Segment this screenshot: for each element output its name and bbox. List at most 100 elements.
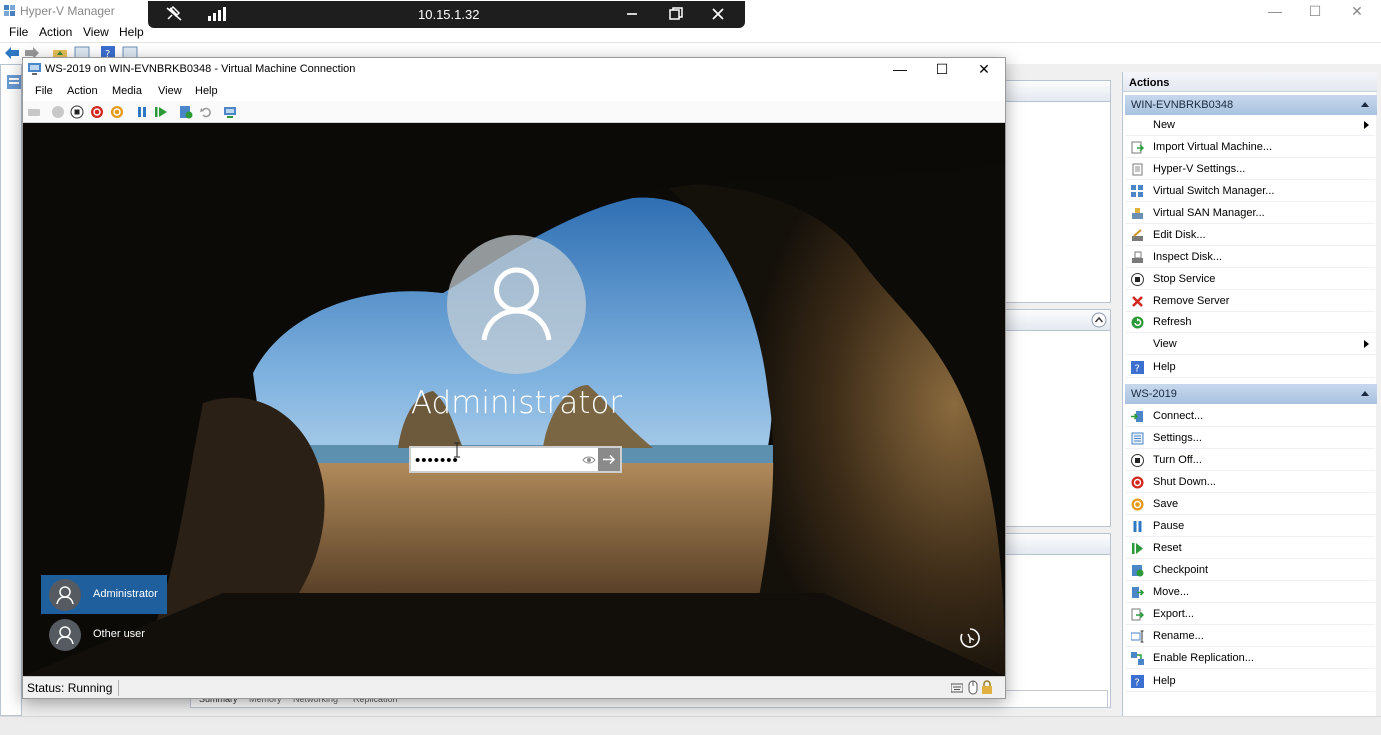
move-icon bbox=[1132, 587, 1144, 598]
shut-down-icon[interactable] bbox=[90, 105, 104, 119]
text-cursor-icon bbox=[454, 442, 460, 458]
actions-section-server[interactable]: WIN-EVNBRKB0348 bbox=[1125, 95, 1377, 115]
san-storage-icon bbox=[1132, 208, 1143, 219]
action-inspect-disk[interactable]: Inspect Disk... bbox=[1125, 248, 1375, 268]
help-icon: ? bbox=[1131, 675, 1144, 688]
action-export[interactable]: Export... bbox=[1125, 605, 1375, 625]
close-icon[interactable] bbox=[708, 5, 728, 23]
action-virtual-switch-manager-label: Virtual Switch Manager... bbox=[1153, 185, 1275, 197]
minimize-icon[interactable] bbox=[622, 5, 642, 23]
user-silhouette-icon bbox=[56, 626, 74, 645]
ease-of-access-icon[interactable] bbox=[958, 626, 982, 650]
action-settings[interactable]: Settings... bbox=[1125, 429, 1375, 449]
action-rename[interactable]: Rename... bbox=[1125, 627, 1375, 647]
action-save[interactable]: Save bbox=[1125, 495, 1375, 515]
hyperv-menu-action[interactable]: Action bbox=[39, 25, 72, 39]
user-tile-avatar bbox=[49, 579, 81, 611]
action-hyperv-settings[interactable]: Hyper-V Settings... bbox=[1125, 160, 1375, 180]
action-import-vm[interactable]: Import Virtual Machine... bbox=[1125, 138, 1375, 158]
revert-icon[interactable] bbox=[199, 105, 213, 119]
user-tile-other-user[interactable]: Other user bbox=[41, 615, 167, 654]
action-new-label: New bbox=[1153, 119, 1176, 131]
hyperv-menu-view[interactable]: View bbox=[83, 25, 109, 39]
submit-password-button[interactable] bbox=[598, 448, 620, 471]
restore-icon[interactable] bbox=[666, 5, 686, 23]
vm-menu-media[interactable]: Media bbox=[112, 85, 142, 97]
action-virtual-san-manager[interactable]: Virtual SAN Manager... bbox=[1125, 204, 1375, 224]
svg-text:?: ? bbox=[1135, 364, 1140, 375]
settings-page-icon bbox=[1132, 163, 1143, 176]
stop-icon bbox=[1131, 273, 1144, 286]
network-switch-icon bbox=[1131, 185, 1143, 197]
lock-screen-username: Administrator bbox=[410, 385, 623, 421]
hyperv-menu-help[interactable]: Help bbox=[119, 25, 144, 39]
action-new[interactable]: New bbox=[1125, 116, 1375, 136]
vm-maximize-button[interactable]: ☐ bbox=[921, 59, 963, 80]
action-export-label: Export... bbox=[1153, 608, 1194, 620]
back-arrow-icon[interactable] bbox=[4, 46, 20, 60]
action-settings-label: Settings... bbox=[1153, 432, 1202, 444]
action-help-server[interactable]: ? Help bbox=[1125, 358, 1375, 378]
vm-menu-file[interactable]: File bbox=[35, 85, 53, 97]
action-turn-off[interactable]: Turn Off... bbox=[1125, 451, 1375, 471]
password-input[interactable] bbox=[415, 450, 575, 470]
user-silhouette-icon bbox=[481, 267, 552, 341]
vm-menu-view[interactable]: View bbox=[158, 85, 182, 97]
connection-signal-icon[interactable] bbox=[206, 5, 226, 23]
action-shut-down[interactable]: Shut Down... bbox=[1125, 473, 1375, 493]
ctrl-alt-del-icon[interactable] bbox=[27, 105, 41, 119]
action-help-vm[interactable]: ? Help bbox=[1125, 672, 1375, 692]
action-enable-replication[interactable]: Enable Replication... bbox=[1125, 649, 1375, 669]
export-icon bbox=[1131, 608, 1144, 621]
user-tile-name: Other user bbox=[93, 628, 145, 640]
action-refresh[interactable]: Refresh bbox=[1125, 313, 1375, 333]
vm-minimize-button[interactable]: — bbox=[879, 59, 921, 80]
action-edit-disk-label: Edit Disk... bbox=[1153, 229, 1206, 241]
checkpoints-pane-header bbox=[1005, 310, 1110, 331]
vm-menu-help[interactable]: Help bbox=[195, 85, 218, 97]
checkpoint-icon[interactable] bbox=[179, 105, 193, 119]
action-move[interactable]: Move... bbox=[1125, 583, 1375, 603]
action-connect[interactable]: Connect... bbox=[1125, 407, 1375, 427]
action-reset[interactable]: Reset bbox=[1125, 539, 1375, 559]
enhanced-session-icon[interactable] bbox=[223, 105, 237, 119]
guest-screen[interactable]: Administrator Administrator Other user bbox=[23, 123, 1005, 676]
hyperv-tree-pane bbox=[0, 64, 22, 716]
collapse-caret-icon[interactable] bbox=[1361, 391, 1369, 396]
user-tile-administrator[interactable]: Administrator bbox=[41, 575, 167, 614]
unpin-icon[interactable] bbox=[164, 5, 184, 23]
reset-icon[interactable] bbox=[154, 105, 168, 119]
action-view[interactable]: View bbox=[1125, 335, 1375, 355]
hyperv-menu-file[interactable]: File bbox=[9, 25, 28, 39]
collapse-pane-icon[interactable] bbox=[1091, 312, 1107, 328]
action-edit-disk[interactable]: Edit Disk... bbox=[1125, 226, 1375, 246]
vm-title: WS-2019 on WIN-EVNBRKB0348 - Virtual Mac… bbox=[45, 63, 356, 75]
action-virtual-switch-manager[interactable]: Virtual Switch Manager... bbox=[1125, 182, 1375, 202]
action-checkpoint[interactable]: Checkpoint bbox=[1125, 561, 1375, 581]
action-pause[interactable]: Pause bbox=[1125, 517, 1375, 537]
action-remove-server[interactable]: Remove Server bbox=[1125, 292, 1375, 312]
vm-menu-action[interactable]: Action bbox=[67, 85, 98, 97]
hyperv-maximize-button[interactable]: ☐ bbox=[1300, 2, 1330, 20]
turn-off-icon[interactable] bbox=[70, 105, 84, 119]
action-turn-off-label: Turn Off... bbox=[1153, 454, 1202, 466]
start-icon[interactable] bbox=[51, 105, 65, 119]
hyperv-close-button[interactable]: ✕ bbox=[1342, 2, 1372, 20]
pause-icon[interactable] bbox=[135, 105, 149, 119]
hyperv-app-icon bbox=[4, 5, 16, 17]
action-stop-service[interactable]: Stop Service bbox=[1125, 270, 1375, 290]
actions-section-vm[interactable]: WS-2019 bbox=[1125, 384, 1377, 404]
vm-details-pane bbox=[1004, 533, 1111, 708]
reveal-password-eye-icon[interactable] bbox=[581, 452, 597, 468]
action-view-label: View bbox=[1153, 338, 1177, 350]
collapse-caret-icon[interactable] bbox=[1361, 102, 1369, 107]
hyperv-minimize-button[interactable]: — bbox=[1260, 2, 1290, 20]
action-stop-service-label: Stop Service bbox=[1153, 273, 1216, 285]
user-tile-name: Administrator bbox=[93, 588, 158, 600]
shut-down-icon bbox=[1131, 476, 1144, 489]
vm-close-button[interactable]: ✕ bbox=[963, 59, 1005, 80]
save-state-icon[interactable] bbox=[110, 105, 124, 119]
action-save-label: Save bbox=[1153, 498, 1179, 510]
action-reset-label: Reset bbox=[1153, 542, 1182, 554]
server-tree-icon[interactable] bbox=[7, 75, 21, 89]
